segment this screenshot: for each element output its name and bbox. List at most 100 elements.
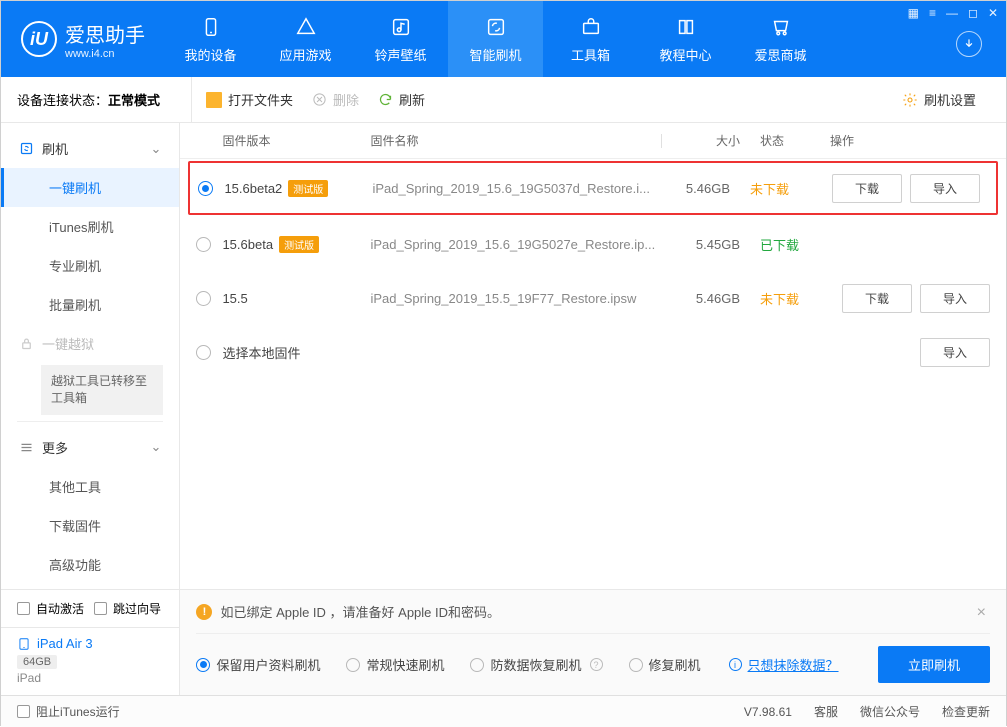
close-warning-icon[interactable]: × [977, 604, 986, 622]
nav-ringtones[interactable]: 铃声壁纸 [353, 1, 448, 77]
sidebar: 刷机 ⌄ 一键刷机 iTunes刷机 专业刷机 批量刷机 一键越狱 越狱工具已转… [1, 123, 180, 695]
opt-repair-flash[interactable]: 修复刷机 [629, 655, 701, 674]
row-radio[interactable] [196, 291, 222, 306]
row-radio[interactable] [196, 345, 222, 360]
chevron-down-icon: ⌄ [151, 141, 162, 157]
nav-store[interactable]: 爱思商城 [733, 1, 828, 77]
delete-icon [311, 92, 327, 108]
firmware-row[interactable]: 15.6beta2 测试版 iPad_Spring_2019_15.6_19G5… [188, 161, 998, 215]
nav-toolbox[interactable]: 工具箱 [543, 1, 638, 77]
nav-apps[interactable]: 应用游戏 [258, 1, 353, 77]
window-minimize-icon[interactable]: — [946, 6, 958, 20]
opt-anti-recovery[interactable]: 防数据恢复刷机? [470, 655, 602, 674]
skip-guide-checkbox[interactable]: 跳过向导 [94, 600, 161, 617]
erase-data-link[interactable]: i只想抹除数据？ [727, 655, 839, 674]
window-menu-icon[interactable]: ≡ [929, 6, 936, 20]
row-radio[interactable] [196, 237, 222, 252]
refresh-button[interactable]: 刷新 [377, 90, 425, 109]
import-button[interactable]: 导入 [910, 174, 980, 203]
support-link[interactable]: 客服 [814, 703, 838, 720]
download-button[interactable]: 下载 [842, 284, 912, 313]
square-refresh-icon [19, 141, 34, 156]
firmware-name: iPad_Spring_2019_15.6_19G5037d_Restore.i… [372, 181, 670, 196]
opt-keep-data[interactable]: 保留用户资料刷机 [196, 655, 320, 674]
cart-icon [769, 15, 793, 39]
sidebar-item-other-tools[interactable]: 其他工具 [1, 467, 179, 506]
sidebar-options-row: 自动激活 跳过向导 [1, 590, 179, 627]
col-header-actions: 操作 [830, 132, 990, 149]
firmware-status: 已下载 [760, 235, 830, 254]
sidebar-item-download-firmware[interactable]: 下载固件 [1, 506, 179, 545]
warning-row: ! 如已绑定 Apple ID ，请准备好 Apple ID和密码。 × [196, 602, 990, 633]
more-icon [19, 440, 34, 455]
app-logo-icon: iU [21, 21, 57, 57]
nav-tutorials[interactable]: 教程中心 [638, 1, 733, 77]
sidebar-item-batch-flash[interactable]: 批量刷机 [1, 285, 179, 324]
check-update-link[interactable]: 检查更新 [942, 703, 990, 720]
sidebar-item-itunes-flash[interactable]: iTunes刷机 [1, 207, 179, 246]
download-manager-icon[interactable] [956, 31, 982, 57]
row-radio[interactable] [198, 181, 224, 196]
flash-settings-button[interactable]: 刷机设置 [902, 90, 992, 109]
device-storage-badge: 64GB [17, 655, 57, 669]
auto-activate-checkbox[interactable]: 自动激活 [17, 600, 84, 617]
firmware-version: 选择本地固件 [222, 343, 300, 362]
footer: 阻止iTunes运行 V7.98.61 客服 微信公众号 检查更新 [1, 695, 1006, 727]
app-url: www.i4.cn [65, 48, 145, 60]
top-nav: 我的设备 应用游戏 铃声壁纸 智能刷机 工具箱 教程中心 爱思商城 [163, 1, 828, 77]
info-icon[interactable]: ? [590, 658, 603, 671]
start-flash-button[interactable]: 立即刷机 [878, 646, 990, 683]
delete-button[interactable]: 删除 [311, 90, 359, 109]
window-maximize-icon[interactable]: ◻ [968, 6, 978, 20]
refresh-action-icon [377, 92, 393, 108]
firmware-row[interactable]: 15.5 iPad_Spring_2019_15.5_19F77_Restore… [180, 271, 1006, 325]
firmware-version: 15.5 [222, 291, 247, 306]
sidebar-group-more[interactable]: 更多 ⌄ [1, 428, 179, 467]
firmware-status: 未下载 [750, 179, 820, 198]
window-grid-icon[interactable]: ▦ [908, 6, 919, 20]
sidebar-jailbreak-note: 越狱工具已转移至工具箱 [41, 365, 163, 415]
sidebar-group-flash[interactable]: 刷机 ⌄ [1, 129, 179, 168]
firmware-size: 5.45GB [680, 237, 760, 252]
device-info[interactable]: iPad Air 3 64GB iPad [1, 628, 179, 695]
col-header-status: 状态 [760, 132, 830, 149]
bottom-panel: ! 如已绑定 Apple ID ，请准备好 Apple ID和密码。 × 保留用… [180, 589, 1006, 695]
col-header-name: 固件名称 [370, 132, 661, 149]
col-header-version: 固件版本 [222, 132, 370, 149]
flash-options-row: 保留用户资料刷机 常规快速刷机 防数据恢复刷机? 修复刷机 i只想抹除数据？ 立… [196, 633, 990, 683]
sidebar-item-advanced[interactable]: 高级功能 [1, 545, 179, 584]
import-button[interactable]: 导入 [920, 338, 990, 367]
opt-fast-flash[interactable]: 常规快速刷机 [346, 655, 444, 674]
toolbar: 设备连接状态：正常模式 打开文件夹 删除 刷新 刷机设置 [1, 77, 1006, 123]
refresh-icon [484, 15, 508, 39]
music-icon [389, 15, 413, 39]
nav-smart-flash[interactable]: 智能刷机 [448, 1, 543, 77]
firmware-row[interactable]: 15.6beta 测试版 iPad_Spring_2019_15.6_19G50… [180, 217, 1006, 271]
firmware-row[interactable]: 选择本地固件 导入 [180, 325, 1006, 379]
block-itunes-checkbox[interactable]: 阻止iTunes运行 [17, 703, 120, 720]
firmware-size: 5.46GB [670, 181, 750, 196]
sidebar-item-one-click-flash[interactable]: 一键刷机 [1, 168, 179, 207]
wechat-link[interactable]: 微信公众号 [860, 703, 920, 720]
logo-area: iU 爱思助手 www.i4.cn [1, 19, 163, 60]
book-icon [674, 15, 698, 39]
download-button[interactable]: 下载 [832, 174, 902, 203]
nav-my-device[interactable]: 我的设备 [163, 1, 258, 77]
gear-icon [902, 92, 918, 108]
firmware-name: iPad_Spring_2019_15.5_19F77_Restore.ipsw [370, 291, 680, 306]
window-close-icon[interactable]: ✕ [988, 6, 998, 20]
table-header: 固件版本 固件名称 大小 状态 操作 [180, 123, 1006, 159]
device-type-label: iPad [17, 671, 163, 685]
beta-badge: 测试版 [279, 236, 319, 253]
col-header-size: 大小 [680, 132, 760, 149]
toolbox-icon [579, 15, 603, 39]
sidebar-item-pro-flash[interactable]: 专业刷机 [1, 246, 179, 285]
sidebar-group-jailbreak: 一键越狱 [1, 324, 179, 363]
firmware-version: 15.6beta [222, 237, 273, 252]
import-button[interactable]: 导入 [920, 284, 990, 313]
open-folder-button[interactable]: 打开文件夹 [206, 90, 293, 109]
content-area: 固件版本 固件名称 大小 状态 操作 15.6beta2 测试版 iPad_Sp… [180, 123, 1006, 695]
firmware-size: 5.46GB [680, 291, 760, 306]
chevron-down-icon: ⌄ [151, 439, 162, 455]
phone-icon [199, 15, 223, 39]
